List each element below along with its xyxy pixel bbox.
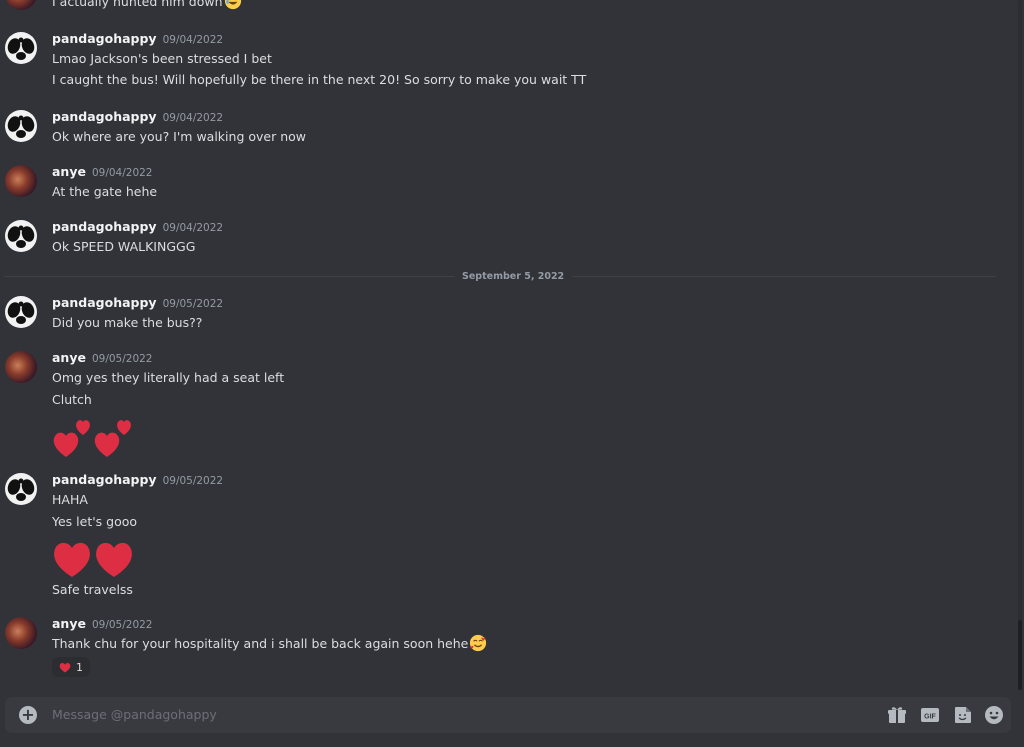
avatar[interactable] bbox=[5, 473, 37, 505]
timestamp: 09/04/2022 bbox=[91, 167, 153, 179]
message-header: anye 09/04/2022 bbox=[52, 164, 157, 180]
avatar[interactable] bbox=[5, 32, 37, 64]
panda-avatar-icon bbox=[7, 225, 35, 248]
username[interactable]: pandagohappy bbox=[52, 109, 157, 124]
avatar[interactable] bbox=[5, 220, 37, 252]
message-text: I actually hunted him down bbox=[52, 0, 223, 9]
avatar[interactable] bbox=[5, 351, 37, 383]
username[interactable]: pandagohappy bbox=[52, 295, 157, 310]
message-text: Lmao Jackson's been stressed I bet bbox=[52, 51, 272, 66]
avatar[interactable] bbox=[5, 110, 37, 142]
date-divider-label: September 5, 2022 bbox=[454, 270, 573, 283]
avatar[interactable] bbox=[5, 165, 37, 197]
message-header: pandagohappy 09/04/2022 bbox=[52, 219, 223, 235]
gift-icon[interactable] bbox=[887, 705, 907, 725]
reaction-pill[interactable]: 1 bbox=[52, 657, 90, 677]
message-text: HAHA bbox=[52, 492, 88, 507]
smiling-face-with-hearts-emoji bbox=[470, 634, 487, 652]
message-input[interactable]: Message @pandagohappy bbox=[52, 697, 217, 733]
username[interactable]: anye bbox=[52, 164, 86, 179]
timestamp: 09/04/2022 bbox=[162, 112, 224, 124]
timestamp: 09/05/2022 bbox=[91, 619, 153, 631]
panda-avatar-icon bbox=[7, 478, 35, 501]
message-list: I actually hunted him down pandagohappy 0… bbox=[0, 0, 1016, 690]
add-attachment-icon[interactable]: + bbox=[19, 706, 37, 724]
panda-avatar-icon bbox=[7, 37, 35, 60]
scrollbar-track[interactable] bbox=[1018, 0, 1022, 690]
svg-text:GIF: GIF bbox=[924, 714, 936, 721]
message-composer: + Message @pandagohappy GIF bbox=[5, 697, 1011, 733]
username[interactable]: pandagohappy bbox=[52, 472, 157, 487]
username[interactable]: anye bbox=[52, 350, 86, 365]
avatar[interactable] bbox=[5, 617, 37, 649]
message-text: Yes let's gooo bbox=[52, 514, 138, 529]
emoji-icon[interactable] bbox=[984, 705, 1004, 725]
panda-avatar-icon bbox=[7, 301, 35, 324]
username[interactable]: pandagohappy bbox=[52, 219, 157, 234]
message-header: anye 09/05/2022 bbox=[52, 350, 284, 366]
panda-avatar-icon bbox=[7, 115, 35, 138]
message-header: pandagohappy 09/05/2022 bbox=[52, 295, 223, 311]
two-hearts-emoji bbox=[53, 420, 131, 457]
jumbo-emoji-row bbox=[52, 415, 284, 457]
message-header: pandagohappy 09/05/2022 bbox=[52, 472, 223, 488]
username[interactable]: anye bbox=[52, 616, 86, 631]
message-text: Thank chu for your hospitality and i sha… bbox=[52, 636, 469, 651]
message-header: pandagohappy 09/04/2022 bbox=[52, 109, 306, 125]
message-text: Did you make the bus?? bbox=[52, 315, 203, 330]
red-heart-emoji bbox=[54, 542, 132, 577]
red-heart-emoji bbox=[59, 662, 71, 672]
timestamp: 09/05/2022 bbox=[162, 298, 224, 310]
message-text: At the gate hehe bbox=[52, 184, 158, 199]
timestamp: 09/04/2022 bbox=[162, 34, 224, 46]
message-text: Omg yes they literally had a seat left bbox=[52, 370, 285, 385]
message-header: pandagohappy 09/04/2022 bbox=[52, 31, 586, 47]
username[interactable]: pandagohappy bbox=[52, 31, 157, 46]
gif-icon[interactable]: GIF bbox=[920, 705, 940, 725]
message-text: Ok where are you? I'm walking over now bbox=[52, 129, 306, 144]
message-text: I caught the bus! Will hopefully be ther… bbox=[52, 72, 587, 87]
message-header: anye 09/05/2022 bbox=[52, 616, 487, 632]
sticker-icon[interactable] bbox=[953, 705, 973, 725]
timestamp: 09/04/2022 bbox=[162, 222, 224, 234]
message-text: Ok SPEED WALKINGGG bbox=[52, 239, 196, 254]
avatar[interactable] bbox=[5, 296, 37, 328]
timestamp: 09/05/2022 bbox=[91, 353, 153, 365]
message-text: Safe travelss bbox=[52, 582, 133, 597]
avatar[interactable] bbox=[5, 0, 37, 10]
reaction-count: 1 bbox=[76, 660, 83, 674]
message-text: Clutch bbox=[52, 392, 92, 407]
scrollbar-thumb[interactable] bbox=[1018, 620, 1022, 690]
jumbo-emoji-row bbox=[52, 537, 223, 577]
timestamp: 09/05/2022 bbox=[162, 475, 224, 487]
rofl-emoji bbox=[224, 0, 241, 10]
